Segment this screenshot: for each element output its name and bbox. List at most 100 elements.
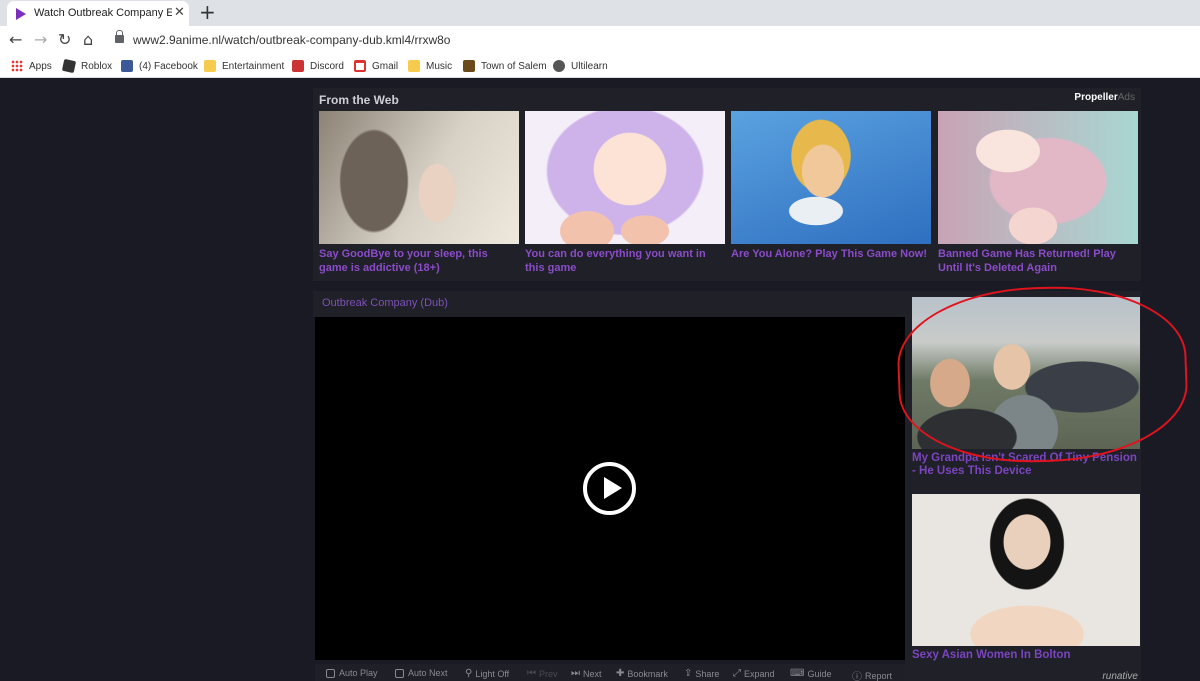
apps-grid-icon — [11, 60, 23, 72]
checkbox-icon — [326, 668, 335, 678]
bookmark-label: Gmail — [372, 60, 399, 72]
control-label: Light Off — [475, 668, 510, 679]
control-label: Auto Next — [408, 668, 448, 678]
control-label: Report — [865, 670, 893, 681]
bookmark-label: Ultilearn — [571, 60, 608, 72]
play-icon — [16, 8, 26, 20]
sidebar-ad[interactable]: Sexy Asian Women In Bolton — [912, 494, 1140, 662]
back-arrow-icon[interactable]: ← — [9, 30, 22, 50]
discord-icon — [292, 60, 304, 72]
bookmark-discord[interactable]: Discord — [292, 58, 344, 74]
bookmark-gmail[interactable]: Gmail — [354, 58, 398, 74]
ad-image[interactable] — [912, 297, 1140, 449]
ad-image[interactable] — [731, 111, 931, 244]
bookmark-ultilearn[interactable]: Ultilearn — [553, 58, 608, 74]
close-tab-icon[interactable]: ✕ — [174, 5, 185, 20]
auto-next-toggle[interactable]: Auto Next — [395, 668, 448, 678]
guide-button[interactable]: ⌨ Guide — [790, 668, 831, 679]
home-icon[interactable]: ⌂ — [83, 30, 93, 50]
ad-card[interactable]: You can do everything you want in this g… — [525, 111, 725, 275]
control-label: Prev — [539, 668, 558, 679]
bookmark-label: Entertainment — [222, 60, 285, 72]
lock-icon — [115, 30, 124, 43]
control-label: Auto Play — [339, 668, 378, 678]
ad-caption[interactable]: Say GoodBye to your sleep, this game is … — [319, 247, 519, 275]
control-label: Share — [695, 668, 720, 679]
browser-tab[interactable]: Watch Outbreak Company English ✕ — [7, 1, 189, 26]
bookmark-apps[interactable]: Apps — [11, 58, 52, 74]
bookmark-label: Roblox — [81, 60, 113, 72]
skip-forward-icon: ⏭ — [571, 668, 580, 679]
ad-card[interactable]: Say GoodBye to your sleep, this game is … — [319, 111, 519, 275]
ad-caption[interactable]: Are You Alone? Play This Game Now! — [731, 247, 931, 261]
skip-back-icon: ⏮ — [527, 668, 536, 679]
new-tab-button[interactable]: + — [199, 1, 216, 23]
ad-card[interactable]: Are You Alone? Play This Game Now! — [731, 111, 931, 261]
share-icon: ⇪ — [684, 668, 693, 679]
prev-button[interactable]: ⏮ Prev — [527, 668, 558, 679]
ad-image[interactable] — [938, 111, 1138, 244]
auto-play-toggle[interactable]: Auto Play — [326, 668, 378, 678]
bookmarks-bar: Apps Roblox (4) Facebook Entertainment D… — [0, 54, 1200, 78]
globe-icon — [553, 60, 565, 72]
next-button[interactable]: ⏭ Next — [571, 668, 602, 679]
lightbulb-icon: ⚲ — [465, 668, 473, 679]
ad-caption[interactable]: Sexy Asian Women In Bolton — [912, 649, 1140, 662]
bookmark-label: Music — [426, 60, 453, 72]
info-icon: ⓘ — [852, 672, 862, 681]
page-content: From the Web PropellerAds Say GoodBye to… — [0, 79, 1200, 681]
ad-image[interactable] — [525, 111, 725, 244]
video-player[interactable] — [315, 317, 905, 660]
sidebar-ad[interactable]: My Grandpa Isn't Scared Of Tiny Pension … — [912, 297, 1140, 478]
gmail-icon — [354, 60, 366, 72]
play-button-icon[interactable] — [583, 462, 636, 515]
control-label: Expand — [744, 668, 775, 679]
player-header: Outbreak Company (Dub) — [313, 291, 905, 317]
brand-main: Propeller — [1074, 92, 1118, 103]
keyboard-icon: ⌨ — [790, 668, 805, 679]
ad-card[interactable]: Banned Game Has Returned! Play Until It'… — [938, 111, 1138, 275]
bookmark-music[interactable]: Music — [408, 58, 452, 74]
share-button[interactable]: ⇪ Share — [684, 668, 719, 679]
browser-toolbar: ← → ↻ ⌂ www2.9anime.nl/watch/outbreak-co… — [0, 26, 1200, 54]
expand-button[interactable]: ⤢ Expand — [733, 668, 775, 679]
roblox-icon — [61, 58, 77, 74]
bookmark-button[interactable]: ✚ Bookmark — [616, 668, 668, 679]
address-bar-url[interactable]: www2.9anime.nl/watch/outbreak-company-du… — [133, 33, 450, 47]
bookmark-label: Discord — [310, 60, 344, 72]
widget-title: From the Web — [319, 93, 399, 107]
bookmark-label: Town of Salem — [481, 60, 547, 72]
ad-caption[interactable]: You can do everything you want in this g… — [525, 247, 725, 275]
propellerads-logo[interactable]: PropellerAds — [1074, 92, 1135, 103]
folder-icon — [204, 60, 216, 72]
plus-icon: ✚ — [616, 668, 625, 679]
bookmark-label: (4) Facebook — [139, 60, 198, 72]
light-off-button[interactable]: ⚲ Light Off — [465, 668, 509, 679]
folder-icon — [408, 60, 420, 72]
control-label: Next — [583, 668, 602, 679]
report-button[interactable]: ⓘ Report — [852, 668, 892, 681]
ad-caption[interactable]: Banned Game Has Returned! Play Until It'… — [938, 247, 1138, 275]
control-label: Bookmark — [627, 668, 668, 679]
ad-caption[interactable]: My Grandpa Isn't Scared Of Tiny Pension … — [912, 452, 1140, 478]
town-of-salem-icon — [463, 60, 475, 72]
from-the-web-ad-widget: From the Web PropellerAds Say GoodBye to… — [313, 88, 1141, 281]
sidebar-ads: My Grandpa Isn't Scared Of Tiny Pension … — [905, 291, 1141, 681]
bookmark-label: Apps — [29, 60, 52, 72]
player-controls: Auto Play Auto Next ⚲ Light Off ⏮ Prev ⏭ Ne… — [315, 664, 905, 681]
episode-title[interactable]: Outbreak Company (Dub) — [322, 297, 448, 309]
tab-title: Watch Outbreak Company English — [34, 7, 172, 19]
bookmark-town-of-salem[interactable]: Town of Salem — [463, 58, 547, 74]
ad-image[interactable] — [319, 111, 519, 244]
reload-icon[interactable]: ↻ — [58, 30, 71, 50]
facebook-icon — [121, 60, 133, 72]
ad-image[interactable] — [912, 494, 1140, 646]
runative-logo[interactable]: runative — [1102, 671, 1138, 681]
bookmark-facebook[interactable]: (4) Facebook — [121, 58, 198, 74]
bookmark-roblox[interactable]: Roblox — [61, 58, 113, 74]
brand-suffix: Ads — [1117, 92, 1135, 103]
expand-icon: ⤢ — [733, 668, 741, 679]
control-label: Guide — [807, 668, 832, 679]
bookmark-entertainment[interactable]: Entertainment — [204, 58, 284, 74]
forward-arrow-icon[interactable]: → — [34, 30, 47, 50]
